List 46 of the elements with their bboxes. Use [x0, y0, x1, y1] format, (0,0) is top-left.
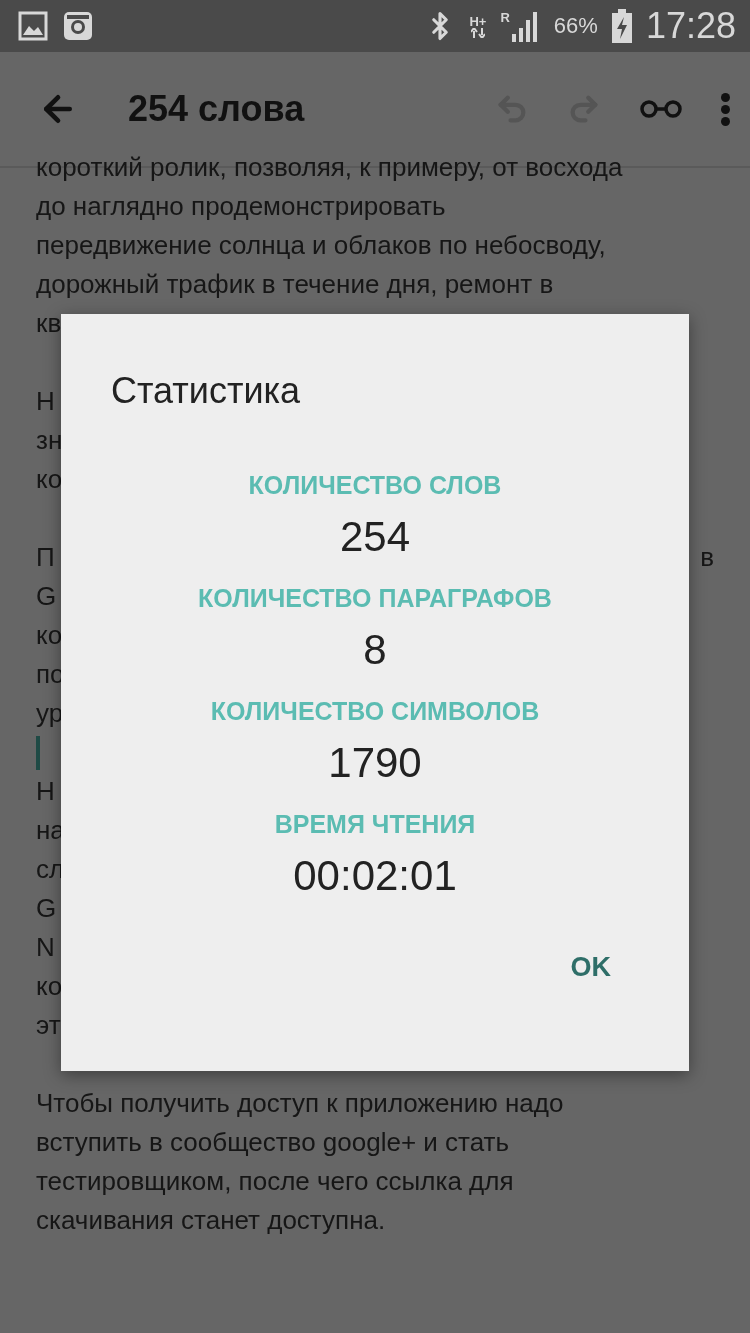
more-button[interactable]: [721, 92, 730, 126]
stat-value: 254: [339, 512, 411, 562]
stat-label: КОЛИЧЕСТВО СИМВОЛОВ: [210, 696, 540, 727]
signal-icon: [511, 10, 540, 42]
image-icon: [18, 11, 48, 41]
more-icon: [721, 92, 730, 126]
dialog-title: Статистика: [110, 370, 302, 412]
text-line: кв: [36, 308, 62, 339]
text-line: G: [36, 581, 57, 612]
text-line: ко: [36, 620, 63, 651]
text-line: G: [36, 893, 57, 924]
text-line: Чтобы получить доступ к приложению надо: [36, 1088, 564, 1119]
text-line: ко: [36, 464, 63, 495]
ok-button[interactable]: OK: [558, 944, 623, 991]
text-line: скачивания станет доступна.: [36, 1205, 386, 1236]
text-line: ур: [36, 698, 64, 729]
text-line: ко: [36, 971, 63, 1002]
text-line: Н: [36, 386, 55, 417]
clock: 17:28: [645, 5, 736, 47]
stat-label: ВРЕМЯ ЧТЕНИЯ: [274, 809, 476, 840]
read-button[interactable]: [639, 99, 683, 119]
network-type: H+: [469, 14, 487, 28]
stat-value: 8: [363, 625, 387, 675]
text-line: дорожный трафик в течение дня, ремонт в: [36, 269, 554, 300]
text-line: вступить в сообщество google+ и стать: [36, 1127, 509, 1158]
text-line: эт: [36, 1010, 61, 1041]
roaming-indicator: R: [500, 10, 510, 25]
toolbar-title: 254 слова: [128, 88, 305, 130]
camera-icon: [62, 10, 94, 42]
stat-value: 00:02:01: [293, 851, 457, 901]
text-line: тестировщиком, после чего ссылка для: [36, 1166, 514, 1197]
text-line: П: [36, 542, 55, 573]
text-line: в: [700, 542, 714, 573]
stat-label: КОЛИЧЕСТВО ПАРАГРАФОВ: [198, 583, 552, 614]
text-cursor: [36, 735, 40, 770]
text-line: до наглядно продемонстрировать: [36, 191, 446, 222]
battery-percent: 66%: [553, 13, 598, 39]
stat-label: КОЛИЧЕСТВО СЛОВ: [248, 470, 502, 501]
text-line: передвижение солнца и облаков по небосводу,: [36, 230, 606, 261]
data-arrows-icon: [470, 27, 485, 38]
text-line: Н: [36, 776, 55, 807]
text-line: зн: [36, 425, 63, 456]
stat-value: 1790: [328, 738, 422, 788]
text-line: короткий ролик, позволяя, к примеру, от восхода: [36, 152, 623, 183]
text-line: N: [36, 932, 55, 963]
battery-charging-icon: [611, 9, 632, 43]
